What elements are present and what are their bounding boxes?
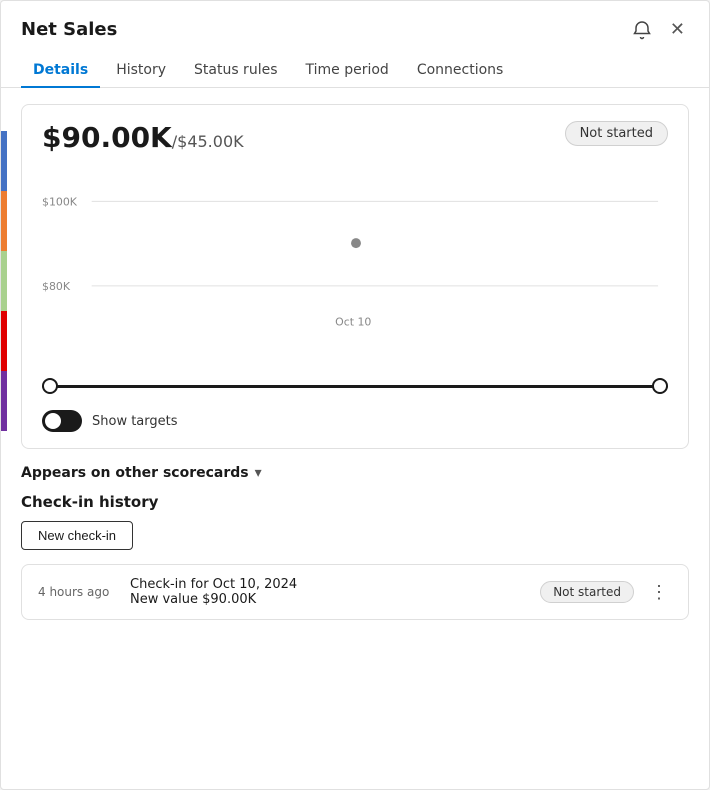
metric-target-value: $45.00K [177, 132, 243, 151]
color-bar-orange [1, 191, 7, 251]
metric-header: $90.00K/$45.00K Not started [42, 121, 668, 154]
metric-current-value: $90.00K [42, 121, 172, 154]
header: Net Sales ✕ [1, 1, 709, 44]
check-in-history-title: Check-in history [21, 493, 689, 511]
header-icons: ✕ [628, 15, 689, 44]
tab-connections[interactable]: Connections [405, 54, 516, 88]
appears-on-title: Appears on other scorecards [21, 465, 249, 481]
chevron-down-icon: ▾ [255, 465, 262, 481]
show-targets-label: Show targets [92, 414, 178, 429]
tab-time-period[interactable]: Time period [294, 54, 401, 88]
slider-track [42, 385, 668, 388]
slider-container[interactable] [42, 374, 668, 398]
close-icon: ✕ [670, 19, 685, 40]
date-label-oct10: Oct 10 [335, 316, 371, 329]
metric-card: $90.00K/$45.00K Not started $100K $80K O… [21, 104, 689, 449]
checkin-entry: 4 hours ago Check-in for Oct 10, 2024 Ne… [21, 564, 689, 620]
checkin-new-value: New value $90.00K [130, 592, 528, 607]
toggle-thumb [45, 413, 61, 429]
bell-button[interactable] [628, 16, 656, 44]
page-title: Net Sales [21, 19, 117, 40]
close-button[interactable]: ✕ [666, 15, 689, 44]
color-bar-red [1, 311, 7, 371]
slider-thumb-left[interactable] [42, 378, 58, 394]
color-bar-purple [1, 371, 7, 431]
status-badge: Not started [565, 121, 668, 146]
tab-status-rules[interactable]: Status rules [182, 54, 290, 88]
bell-icon [632, 20, 652, 40]
show-targets-toggle[interactable] [42, 410, 82, 432]
tab-details[interactable]: Details [21, 54, 100, 88]
axis-label-100k: $100K [42, 195, 78, 208]
chart-svg: $100K $80K Oct 10 [42, 166, 668, 366]
checkin-more-button[interactable]: ⋮ [646, 580, 672, 605]
color-bars [1, 131, 7, 431]
metric-value-area: $90.00K/$45.00K [42, 121, 244, 154]
checkin-date-label: Check-in for Oct 10, 2024 [130, 577, 528, 592]
tab-history[interactable]: History [104, 54, 178, 88]
slider-thumb-right[interactable] [652, 378, 668, 394]
new-check-in-button[interactable]: New check-in [21, 521, 133, 550]
toggle-track [42, 410, 82, 432]
tabs-container: Details History Status rules Time period… [1, 54, 709, 88]
color-bar-green [1, 251, 7, 311]
checkin-status-badge: Not started [540, 581, 634, 603]
show-targets-toggle-row: Show targets [42, 410, 668, 432]
main-content: $90.00K/$45.00K Not started $100K $80K O… [1, 88, 709, 636]
chart-area: $100K $80K Oct 10 [42, 166, 668, 366]
axis-label-80k: $80K [42, 280, 71, 293]
appears-on-section[interactable]: Appears on other scorecards ▾ [21, 465, 689, 481]
panel: Net Sales ✕ Details History Status rules… [0, 0, 710, 790]
checkin-info: Check-in for Oct 10, 2024 New value $90.… [130, 577, 528, 607]
checkin-time: 4 hours ago [38, 585, 118, 599]
chart-data-point [351, 238, 361, 248]
color-bar-blue [1, 131, 7, 191]
